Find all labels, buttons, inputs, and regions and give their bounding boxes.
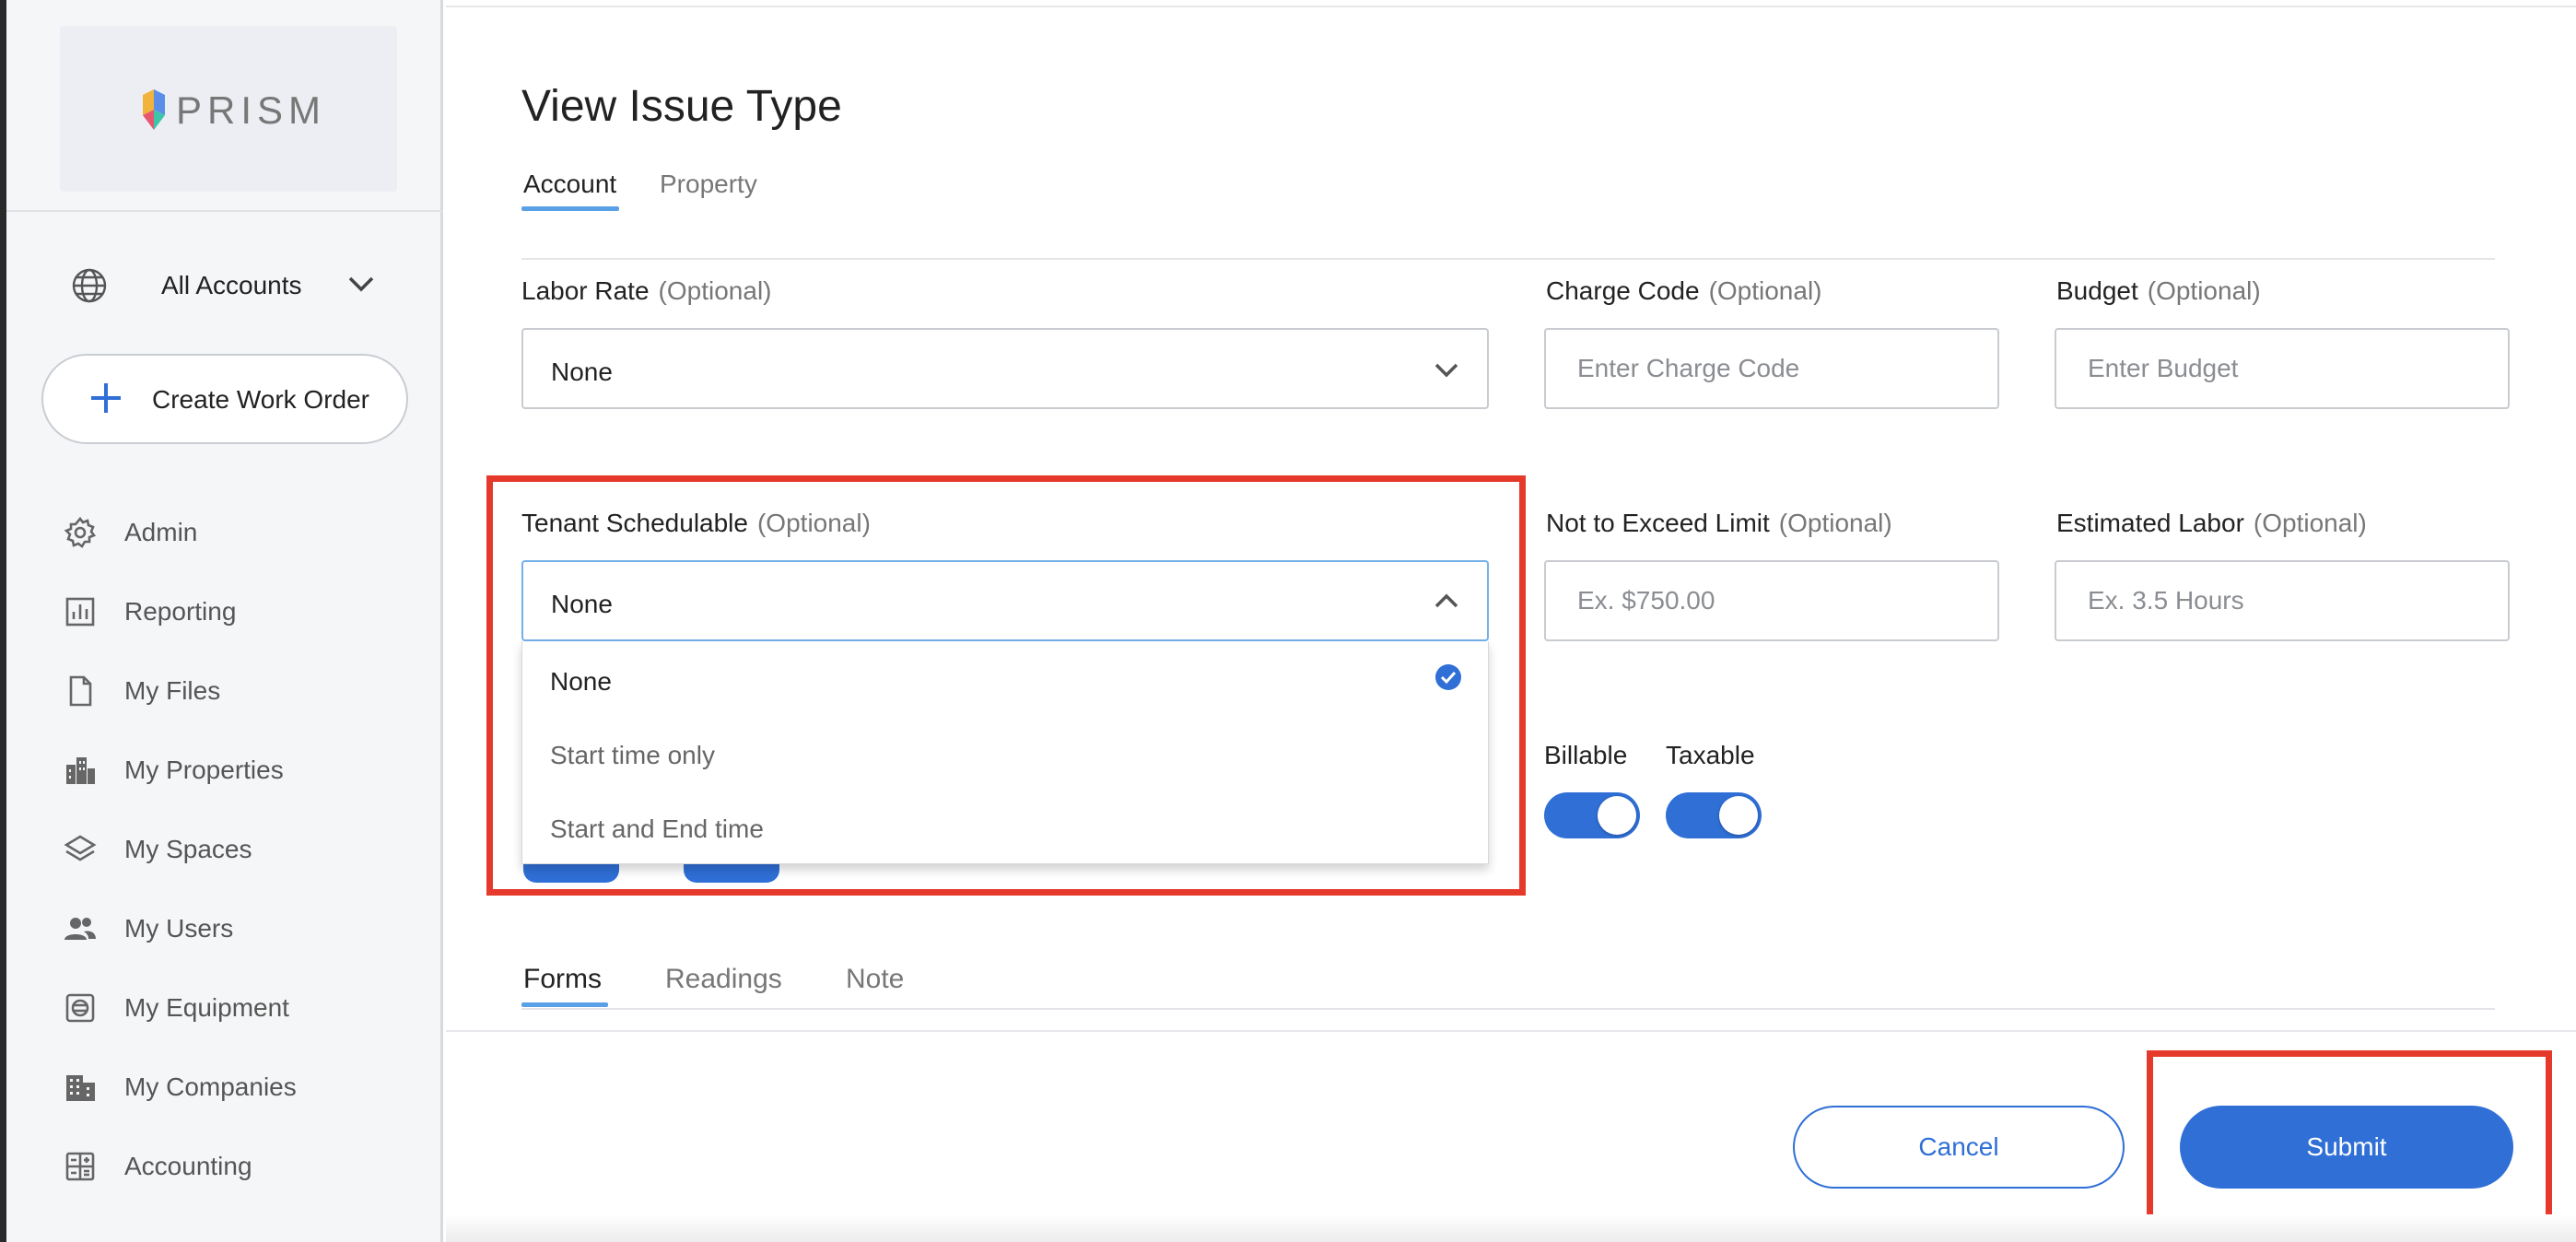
tabs-divider <box>521 258 2495 260</box>
taxable-label: Taxable <box>1666 741 1755 769</box>
not-to-exceed-label: Not to Exceed Limit (Optional) <box>1546 509 1892 537</box>
chevron-down-icon <box>1434 363 1458 378</box>
sidebar-item-accounting[interactable]: Accounting <box>64 1142 414 1189</box>
sidebar-item-label: Admin <box>124 518 198 546</box>
labor-rate-select[interactable]: None <box>521 328 1489 409</box>
account-selector[interactable]: All Accounts <box>71 264 403 310</box>
highlight-box-submit <box>2147 1050 2552 1242</box>
sidebar-item-admin[interactable]: Admin <box>64 509 414 555</box>
budget-input[interactable] <box>2055 328 2510 409</box>
sidebar-item-my-spaces[interactable]: My Spaces <box>64 826 414 872</box>
toggle-knob <box>1598 796 1636 835</box>
sidebar-divider <box>6 210 443 212</box>
prism-logo-icon <box>143 89 165 130</box>
bar-chart-icon <box>65 597 95 627</box>
tab-property[interactable]: Property <box>660 170 757 199</box>
logo[interactable]: PRISM <box>60 26 397 192</box>
page-title: View Issue Type <box>521 82 842 131</box>
create-work-order-label: Create Work Order <box>152 385 369 414</box>
sidebar-item-my-properties[interactable]: My Properties <box>64 746 414 792</box>
calculator-icon <box>65 1152 95 1181</box>
tab-active-indicator <box>521 206 619 211</box>
window-edge <box>0 0 6 1242</box>
sidebar-item-my-users[interactable]: My Users <box>64 905 414 951</box>
labor-rate-value: None <box>551 357 613 386</box>
labor-rate-label: Labor Rate (Optional) <box>521 276 772 305</box>
main-content: View Issue Type Account Property Labor R… <box>446 0 2576 1242</box>
bottom-tabs-divider <box>521 1008 2495 1010</box>
sidebar-item-label: Reporting <box>124 597 237 626</box>
equipment-icon <box>65 993 95 1023</box>
company-icon <box>66 1075 95 1101</box>
sidebar-item-label: My Users <box>124 914 234 943</box>
charge-code-input[interactable] <box>1544 328 1999 409</box>
gear-icon <box>64 516 97 548</box>
estimated-labor-input[interactable] <box>2055 560 2510 641</box>
billable-label: Billable <box>1544 741 1628 769</box>
sidebar-item-my-companies[interactable]: My Companies <box>64 1063 414 1109</box>
file-icon <box>69 675 92 707</box>
tab-readings[interactable]: Readings <box>665 964 782 995</box>
highlight-box-tenant-schedulable <box>486 475 1526 896</box>
sidebar-item-label: My Spaces <box>124 835 252 863</box>
sidebar-item-label: My Files <box>124 676 221 705</box>
sidebar: PRISM All Accounts Create Work Order Adm… <box>6 0 443 1242</box>
top-divider <box>446 6 2576 7</box>
sidebar-item-my-files[interactable]: My Files <box>64 667 414 713</box>
billable-toggle[interactable] <box>1544 792 1640 838</box>
layers-icon <box>64 835 97 861</box>
create-work-order-button[interactable]: Create Work Order <box>41 354 408 444</box>
chevron-down-icon[interactable] <box>347 275 375 293</box>
tab-active-indicator <box>521 1002 608 1007</box>
globe-icon <box>72 268 107 303</box>
plus-icon <box>91 383 121 413</box>
estimated-labor-label: Estimated Labor (Optional) <box>2056 509 2367 537</box>
not-to-exceed-input[interactable] <box>1544 560 1999 641</box>
bottom-shadow <box>446 1214 2576 1242</box>
sidebar-item-reporting[interactable]: Reporting <box>64 588 414 634</box>
budget-label: Budget (Optional) <box>2056 276 2261 305</box>
tab-note[interactable]: Note <box>846 964 904 995</box>
charge-code-label: Charge Code (Optional) <box>1546 276 1822 305</box>
sidebar-item-label: My Properties <box>124 756 284 784</box>
sidebar-item-label: My Companies <box>124 1072 297 1101</box>
account-selector-label: All Accounts <box>161 271 302 299</box>
toggle-knob <box>1719 796 1758 835</box>
tab-forms[interactable]: Forms <box>523 964 602 995</box>
cancel-button[interactable]: Cancel <box>1793 1106 2125 1189</box>
sidebar-item-label: My Equipment <box>124 993 289 1022</box>
tab-account[interactable]: Account <box>523 170 616 199</box>
footer-divider <box>446 1030 2576 1032</box>
buildings-icon <box>66 757 95 784</box>
taxable-toggle[interactable] <box>1666 792 1762 838</box>
logo-text: PRISM <box>176 88 327 132</box>
users-icon <box>64 918 96 940</box>
sidebar-item-label: Accounting <box>124 1152 252 1180</box>
sidebar-item-my-equipment[interactable]: My Equipment <box>64 984 414 1030</box>
